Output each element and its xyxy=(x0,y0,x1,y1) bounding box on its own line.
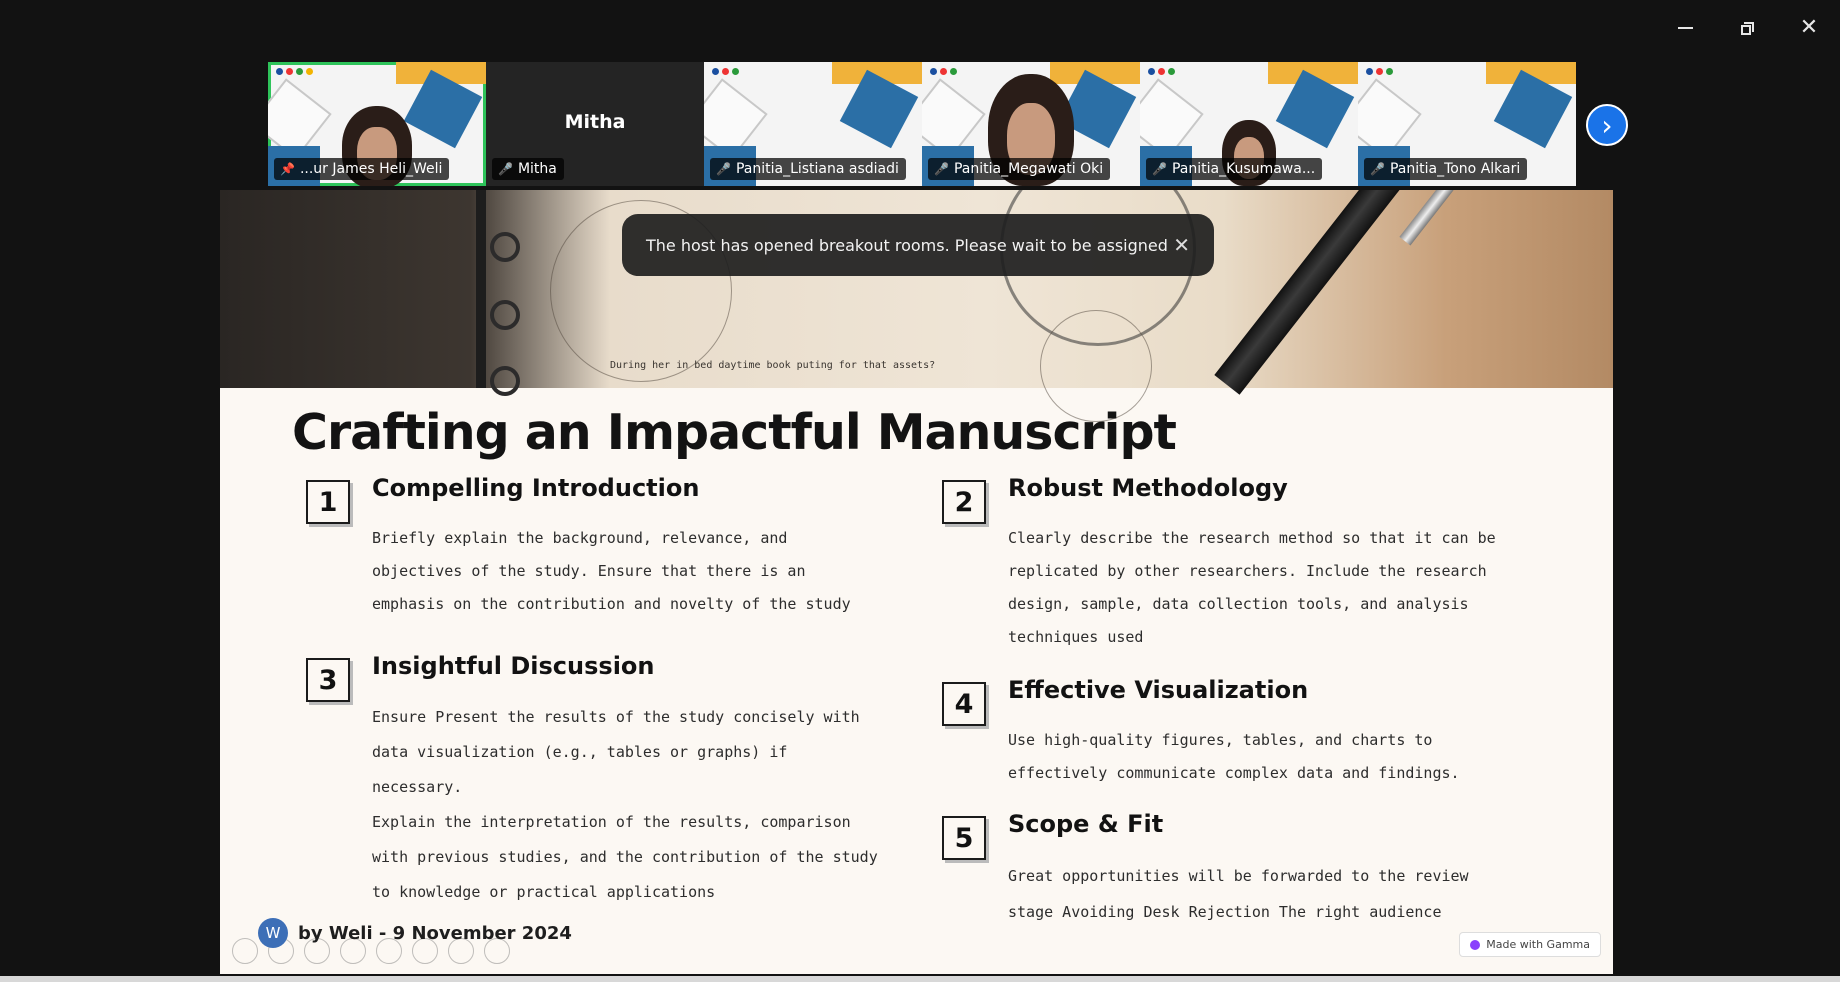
avatar: W xyxy=(258,918,288,948)
mic-muted-icon: 🎤 xyxy=(1370,162,1385,176)
item-heading: Effective Visualization xyxy=(1008,676,1309,704)
minimize-icon xyxy=(1677,27,1693,29)
item-body: Great opportunities will be forwarded to… xyxy=(1008,867,1469,921)
participant-name: Panitia_Kusumawa... xyxy=(1171,161,1316,177)
mic-muted-icon: 🎤 xyxy=(934,162,949,176)
notification-text: The host has opened breakout rooms. Plea… xyxy=(646,235,1168,255)
participant-tile[interactable]: Mitha 🎤 Mitha xyxy=(486,62,704,186)
item-body: Clearly describe the research method so … xyxy=(1008,529,1496,646)
next-participants-button[interactable]: › xyxy=(1586,104,1628,146)
mic-muted-icon: 🎤 xyxy=(716,162,731,176)
participant-nametag: 🎤 Panitia_Tono Alkari xyxy=(1364,158,1528,180)
participant-nametag: 📌 ...ur James Heli_Weli xyxy=(274,158,450,180)
made-with-gamma-badge[interactable]: Made with Gamma xyxy=(1459,932,1601,957)
close-icon[interactable]: ✕ xyxy=(1173,233,1190,257)
participant-display-name: Mitha xyxy=(564,110,626,133)
item-number: 3 xyxy=(306,658,350,702)
participant-name: Panitia_Megawati Oki xyxy=(953,161,1104,177)
shared-screen: During her in bed daytime book puting fo… xyxy=(220,190,1613,974)
participant-strip: 📌 ...ur James Heli_Weli Mitha 🎤 Mitha 🎤 … xyxy=(268,62,1576,186)
window-controls: ✕ xyxy=(1654,14,1840,42)
item-number: 5 xyxy=(942,816,986,860)
gamma-logo-icon xyxy=(1470,939,1481,950)
close-icon: ✕ xyxy=(1799,15,1819,40)
item-body: Use high-quality figures, tables, and ch… xyxy=(1008,731,1460,782)
participant-nametag: 🎤 Panitia_Listiana asdiadi xyxy=(710,158,906,180)
pin-icon: 📌 xyxy=(280,162,295,176)
slide-title: Crafting an Impactful Manuscript xyxy=(292,404,1177,461)
breakout-notification: The host has opened breakout rooms. Plea… xyxy=(622,214,1214,276)
byline: W by Weli - 9 November 2024 xyxy=(258,918,572,948)
participant-tile[interactable]: 📌 ...ur James Heli_Weli xyxy=(268,62,486,186)
item-heading: Compelling Introduction xyxy=(372,474,700,502)
hero-handwriting: During her in bed daytime book puting fo… xyxy=(610,360,936,371)
participant-nametag: 🎤 Panitia_Megawati Oki xyxy=(928,158,1111,180)
item-number: 2 xyxy=(942,480,986,524)
participant-name: ...ur James Heli_Weli xyxy=(299,161,443,177)
bottom-edge xyxy=(0,976,1840,982)
participant-tile[interactable]: 🎤 Panitia_Megawati Oki xyxy=(922,62,1140,186)
minimize-button[interactable] xyxy=(1654,14,1716,42)
participant-nametag: 🎤 Panitia_Kusumawa... xyxy=(1146,158,1323,180)
byline-text: by Weli - 9 November 2024 xyxy=(298,922,572,944)
mic-muted-icon: 🎤 xyxy=(1152,162,1167,176)
item-number: 1 xyxy=(306,480,350,524)
item-heading: Insightful Discussion xyxy=(372,652,655,680)
participant-tile[interactable]: 🎤 Panitia_Listiana asdiadi xyxy=(704,62,922,186)
mic-muted-icon: 🎤 xyxy=(498,162,513,176)
participant-tile[interactable]: 🎤 Panitia_Kusumawa... xyxy=(1140,62,1358,186)
chevron-right-icon: › xyxy=(1601,108,1613,142)
item-heading: Robust Methodology xyxy=(1008,474,1288,502)
close-window-button[interactable]: ✕ xyxy=(1778,14,1840,42)
item-number: 4 xyxy=(942,682,986,726)
item-body: Ensure Present the results of the study … xyxy=(372,708,878,901)
participant-tile[interactable]: 🎤 Panitia_Tono Alkari xyxy=(1358,62,1576,186)
badge-label: Made with Gamma xyxy=(1486,938,1590,951)
restore-button[interactable] xyxy=(1716,14,1778,42)
participant-name: Mitha xyxy=(517,161,557,177)
restore-icon xyxy=(1740,21,1754,35)
toolbar-button[interactable] xyxy=(232,938,258,964)
participant-nametag: 🎤 Mitha xyxy=(492,158,564,180)
participant-name: Panitia_Tono Alkari xyxy=(1389,161,1521,177)
participant-name: Panitia_Listiana asdiadi xyxy=(735,161,899,177)
item-heading: Scope & Fit xyxy=(1008,810,1164,838)
item-body: Briefly explain the background, relevanc… xyxy=(372,529,851,613)
